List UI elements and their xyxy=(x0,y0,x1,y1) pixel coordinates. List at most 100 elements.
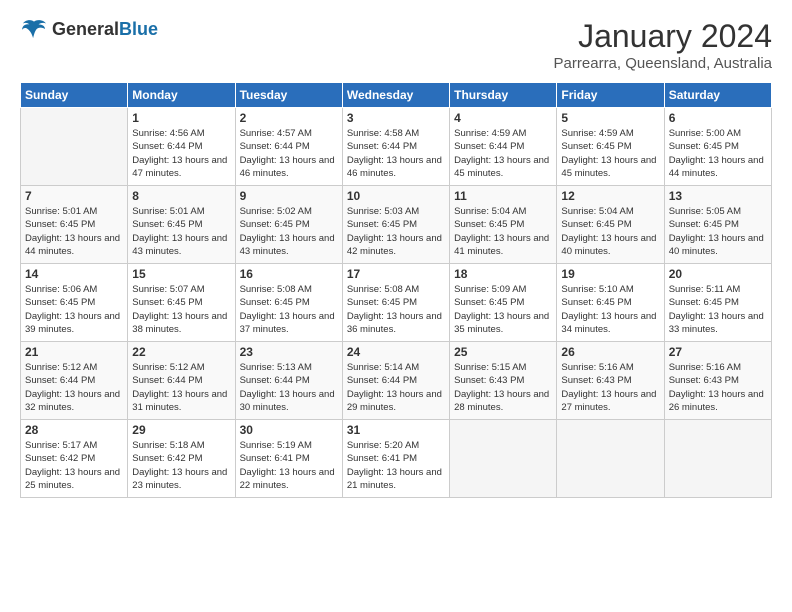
location-subtitle: Parrearra, Queensland, Australia xyxy=(554,55,772,72)
header: GeneralBlue January 2024 Parrearra, Quee… xyxy=(20,18,772,72)
calendar-table: SundayMondayTuesdayWednesdayThursdayFrid… xyxy=(20,82,772,498)
day-number: 26 xyxy=(561,345,659,359)
calendar-cell: 28 Sunrise: 5:17 AMSunset: 6:42 PMDayligh… xyxy=(21,420,128,498)
day-info: Sunrise: 4:58 AMSunset: 6:44 PMDaylight:… xyxy=(347,127,445,180)
day-info: Sunrise: 5:03 AMSunset: 6:45 PMDaylight:… xyxy=(347,205,445,258)
day-info: Sunrise: 5:13 AMSunset: 6:44 PMDaylight:… xyxy=(240,361,338,414)
calendar-cell: 4Sunrise: 4:59 AMSunset: 6:44 PMDaylight… xyxy=(450,108,557,186)
day-number: 12 xyxy=(561,189,659,203)
day-info: Sunrise: 5:05 AMSunset: 6:45 PMDaylight:… xyxy=(669,205,767,258)
day-number: 21 xyxy=(25,345,123,359)
day-info: Sunrise: 5:11 AMSunset: 6:45 PMDaylight:… xyxy=(669,283,767,336)
calendar-cell: 8 Sunrise: 5:01 AMSunset: 6:45 PMDaylight… xyxy=(128,186,235,264)
day-number: 4 xyxy=(454,111,552,125)
day-number: 20 xyxy=(669,267,767,281)
calendar-cell: 31Sunrise: 5:20 AMSunset: 6:41 PMDayligh… xyxy=(342,420,449,498)
day-info: Sunrise: 5:02 AMSunset: 6:45 PMDaylight:… xyxy=(240,205,338,258)
calendar-cell: 20 Sunrise: 5:11 AMSunset: 6:45 PMDayligh… xyxy=(664,264,771,342)
day-info: Sunrise: 4:56 AMSunset: 6:44 PMDaylight:… xyxy=(132,127,230,180)
day-info: Sunrise: 4:59 AMSunset: 6:45 PMDaylight:… xyxy=(561,127,659,180)
day-number: 18 xyxy=(454,267,552,281)
calendar-cell: 27 Sunrise: 5:16 AMSunset: 6:43 PMDayligh… xyxy=(664,342,771,420)
calendar-cell xyxy=(450,420,557,498)
logo: GeneralBlue xyxy=(20,18,158,40)
day-header-friday: Friday xyxy=(557,83,664,108)
calendar-cell xyxy=(557,420,664,498)
day-number: 1 xyxy=(132,111,230,125)
calendar-cell: 22 Sunrise: 5:12 AMSunset: 6:44 PMDayligh… xyxy=(128,342,235,420)
calendar-cell: 3Sunrise: 4:58 AMSunset: 6:44 PMDaylight… xyxy=(342,108,449,186)
day-info: Sunrise: 5:16 AMSunset: 6:43 PMDaylight:… xyxy=(561,361,659,414)
day-number: 16 xyxy=(240,267,338,281)
day-info: Sunrise: 5:18 AMSunset: 6:42 PMDaylight:… xyxy=(132,439,230,492)
day-info: Sunrise: 5:01 AMSunset: 6:45 PMDaylight:… xyxy=(25,205,123,258)
calendar-cell: 18 Sunrise: 5:09 AMSunset: 6:45 PMDayligh… xyxy=(450,264,557,342)
day-info: Sunrise: 5:12 AMSunset: 6:44 PMDaylight:… xyxy=(132,361,230,414)
day-number: 25 xyxy=(454,345,552,359)
calendar-cell: 26 Sunrise: 5:16 AMSunset: 6:43 PMDayligh… xyxy=(557,342,664,420)
title-area: January 2024 Parrearra, Queensland, Aust… xyxy=(554,18,772,72)
day-header-tuesday: Tuesday xyxy=(235,83,342,108)
calendar-cell: 14 Sunrise: 5:06 AMSunset: 6:45 PMDayligh… xyxy=(21,264,128,342)
day-header-saturday: Saturday xyxy=(664,83,771,108)
day-number: 23 xyxy=(240,345,338,359)
calendar-cell: 5 Sunrise: 4:59 AMSunset: 6:45 PMDaylight… xyxy=(557,108,664,186)
day-number: 7 xyxy=(25,189,123,203)
day-info: Sunrise: 5:04 AMSunset: 6:45 PMDaylight:… xyxy=(454,205,552,258)
day-header-wednesday: Wednesday xyxy=(342,83,449,108)
week-row-1: 1 Sunrise: 4:56 AMSunset: 6:44 PMDaylight… xyxy=(21,108,772,186)
day-number: 24 xyxy=(347,345,445,359)
calendar-cell: 11 Sunrise: 5:04 AMSunset: 6:45 PMDayligh… xyxy=(450,186,557,264)
calendar-cell: 19 Sunrise: 5:10 AMSunset: 6:45 PMDayligh… xyxy=(557,264,664,342)
calendar-cell: 24 Sunrise: 5:14 AMSunset: 6:44 PMDayligh… xyxy=(342,342,449,420)
day-info: Sunrise: 5:07 AMSunset: 6:45 PMDaylight:… xyxy=(132,283,230,336)
day-info: Sunrise: 5:00 AMSunset: 6:45 PMDaylight:… xyxy=(669,127,767,180)
day-info: Sunrise: 5:12 AMSunset: 6:44 PMDaylight:… xyxy=(25,361,123,414)
day-number: 5 xyxy=(561,111,659,125)
day-info: Sunrise: 5:17 AMSunset: 6:42 PMDaylight:… xyxy=(25,439,123,492)
calendar-cell: 12Sunrise: 5:04 AMSunset: 6:45 PMDayligh… xyxy=(557,186,664,264)
day-info: Sunrise: 5:19 AMSunset: 6:41 PMDaylight:… xyxy=(240,439,338,492)
week-row-3: 14 Sunrise: 5:06 AMSunset: 6:45 PMDayligh… xyxy=(21,264,772,342)
calendar-cell: 23 Sunrise: 5:13 AMSunset: 6:44 PMDayligh… xyxy=(235,342,342,420)
day-number: 22 xyxy=(132,345,230,359)
day-info: Sunrise: 5:14 AMSunset: 6:44 PMDaylight:… xyxy=(347,361,445,414)
day-info: Sunrise: 5:08 AMSunset: 6:45 PMDaylight:… xyxy=(347,283,445,336)
day-number: 10 xyxy=(347,189,445,203)
calendar-cell: 10 Sunrise: 5:03 AMSunset: 6:45 PMDayligh… xyxy=(342,186,449,264)
day-info: Sunrise: 5:01 AMSunset: 6:45 PMDaylight:… xyxy=(132,205,230,258)
day-number: 11 xyxy=(454,189,552,203)
calendar-cell xyxy=(664,420,771,498)
day-number: 19 xyxy=(561,267,659,281)
day-info: Sunrise: 5:06 AMSunset: 6:45 PMDaylight:… xyxy=(25,283,123,336)
week-row-5: 28 Sunrise: 5:17 AMSunset: 6:42 PMDayligh… xyxy=(21,420,772,498)
calendar-cell: 9 Sunrise: 5:02 AMSunset: 6:45 PMDaylight… xyxy=(235,186,342,264)
calendar-cell: 25Sunrise: 5:15 AMSunset: 6:43 PMDayligh… xyxy=(450,342,557,420)
day-info: Sunrise: 5:16 AMSunset: 6:43 PMDaylight:… xyxy=(669,361,767,414)
day-number: 6 xyxy=(669,111,767,125)
day-info: Sunrise: 5:10 AMSunset: 6:45 PMDaylight:… xyxy=(561,283,659,336)
logo-blue: Blue xyxy=(119,19,158,39)
week-row-2: 7 Sunrise: 5:01 AMSunset: 6:45 PMDaylight… xyxy=(21,186,772,264)
day-header-sunday: Sunday xyxy=(21,83,128,108)
calendar-cell: 2Sunrise: 4:57 AMSunset: 6:44 PMDaylight… xyxy=(235,108,342,186)
week-row-4: 21 Sunrise: 5:12 AMSunset: 6:44 PMDayligh… xyxy=(21,342,772,420)
day-number: 9 xyxy=(240,189,338,203)
day-number: 27 xyxy=(669,345,767,359)
calendar-cell: 30Sunrise: 5:19 AMSunset: 6:41 PMDayligh… xyxy=(235,420,342,498)
calendar-cell: 13 Sunrise: 5:05 AMSunset: 6:45 PMDayligh… xyxy=(664,186,771,264)
calendar-cell: 16Sunrise: 5:08 AMSunset: 6:45 PMDayligh… xyxy=(235,264,342,342)
day-number: 28 xyxy=(25,423,123,437)
calendar-cell: 6 Sunrise: 5:00 AMSunset: 6:45 PMDaylight… xyxy=(664,108,771,186)
calendar-page: GeneralBlue January 2024 Parrearra, Quee… xyxy=(0,0,792,508)
day-number: 8 xyxy=(132,189,230,203)
day-number: 13 xyxy=(669,189,767,203)
day-info: Sunrise: 4:57 AMSunset: 6:44 PMDaylight:… xyxy=(240,127,338,180)
calendar-cell xyxy=(21,108,128,186)
header-row: SundayMondayTuesdayWednesdayThursdayFrid… xyxy=(21,83,772,108)
day-info: Sunrise: 5:20 AMSunset: 6:41 PMDaylight:… xyxy=(347,439,445,492)
day-number: 14 xyxy=(25,267,123,281)
calendar-cell: 21 Sunrise: 5:12 AMSunset: 6:44 PMDayligh… xyxy=(21,342,128,420)
day-info: Sunrise: 5:09 AMSunset: 6:45 PMDaylight:… xyxy=(454,283,552,336)
logo-icon xyxy=(20,18,48,40)
